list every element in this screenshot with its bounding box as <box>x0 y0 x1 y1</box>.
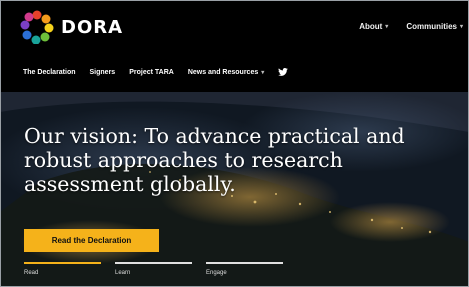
nav-item-project-tara[interactable]: Project TARA <box>129 69 174 76</box>
top-nav: About ▾ Communities ▾ <box>359 22 463 31</box>
nav-item-label: The Declaration <box>23 68 76 76</box>
chevron-down-icon: ▾ <box>459 24 463 30</box>
nav-item-declaration[interactable]: The Declaration <box>23 69 76 76</box>
top-nav-about[interactable]: About ▾ <box>359 22 388 31</box>
top-nav-about-label: About <box>359 22 383 31</box>
nav-item-label: Project TARA <box>129 68 174 76</box>
site-header: DORA About ▾ Communities ▾ The Declarati… <box>0 0 469 92</box>
step-label: Read <box>24 270 39 276</box>
hero-headline: Our vision: To advance practical and rob… <box>24 124 405 196</box>
dora-logo-icon <box>20 10 54 44</box>
chevron-down-icon: ▾ <box>261 69 265 76</box>
read-declaration-button[interactable]: Read the Declaration <box>24 229 159 252</box>
chevron-down-icon: ▾ <box>385 24 389 30</box>
nav-item-label: News and Resources <box>187 68 259 76</box>
step-label: Engage <box>206 270 227 276</box>
step-progress-bar <box>206 262 283 264</box>
dora-logo[interactable]: DORA <box>20 10 123 44</box>
nav-item-news-resources[interactable]: News and Resources ▾ <box>188 69 264 76</box>
twitter-icon <box>278 68 289 76</box>
step-learn[interactable]: Learn <box>115 262 192 276</box>
step-engage[interactable]: Engage <box>206 262 283 276</box>
twitter-link[interactable] <box>278 68 289 76</box>
step-label: Learn <box>115 270 131 276</box>
step-read[interactable]: Read <box>24 262 101 276</box>
hero-section: Our vision: To advance practical and rob… <box>0 92 469 287</box>
top-nav-communities-label: Communities <box>406 22 457 31</box>
brand-name: DORA <box>61 16 124 38</box>
hero-steps: Read Learn Engage <box>24 262 294 282</box>
top-nav-communities[interactable]: Communities ▾ <box>406 22 463 31</box>
step-progress-bar <box>115 262 192 264</box>
nav-item-signers[interactable]: Signers <box>90 69 116 76</box>
step-progress-bar <box>24 262 101 264</box>
nav-item-label: Signers <box>89 68 116 76</box>
main-nav: The Declaration Signers Project TARA New… <box>23 68 289 76</box>
